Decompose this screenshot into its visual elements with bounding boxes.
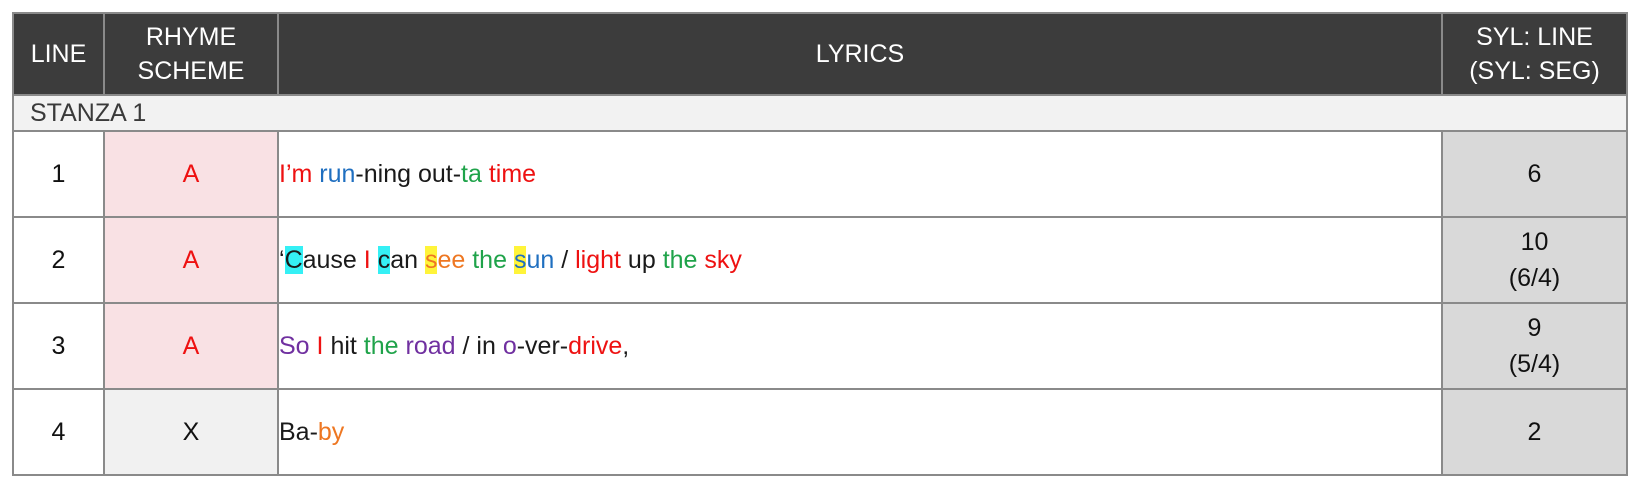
lyric-line: ‘Cause I can see the sun / light up the … [277, 216, 1443, 304]
header-row: LINE RHYME SCHEME LYRICS SYL: LINE (SYL:… [12, 12, 1628, 96]
line-number: 2 [12, 216, 105, 304]
lyrics-analysis-sheet: LINE RHYME SCHEME LYRICS SYL: LINE (SYL:… [12, 12, 1628, 476]
lyric-segment: time [488, 159, 537, 188]
lyric-segment: ee [437, 245, 466, 274]
lyric-segment: -ver- [516, 331, 569, 360]
table-row: 4 X Ba-by 2 [12, 388, 1628, 476]
lyric-segment [482, 160, 489, 188]
lyric-line: I’m run-ning out-ta time [277, 130, 1443, 218]
header-rhyme-scheme-label: RHYME SCHEME [137, 23, 245, 85]
lyric-segment: I [363, 245, 371, 274]
lyric-segment: So [279, 331, 310, 360]
lyric-segment: ‘ [279, 245, 285, 274]
lyric-segment: I [316, 331, 324, 360]
stanza-label: STANZA 1 [12, 94, 1628, 132]
lyric-segment: o [502, 331, 517, 360]
lyric-segment: an [390, 245, 425, 274]
highlighted-lyric-segment: C [284, 245, 303, 274]
lyric-segment: -ning out- [355, 159, 462, 188]
header-line: LINE [12, 12, 105, 96]
syllable-count: 10 (6/4) [1508, 228, 1561, 292]
lyric-segment: drive [568, 331, 623, 360]
lyric-line: So I hit the road / in o-ver-drive, [277, 302, 1443, 390]
lyric-segment: I’m [279, 159, 313, 188]
stanza-row: STANZA 1 [12, 94, 1628, 132]
header-rhyme-scheme: RHYME SCHEME [103, 12, 279, 96]
lyric-line: Ba-by [277, 388, 1443, 476]
lyric-segment: the [363, 331, 399, 360]
lyric-segment: , [622, 331, 630, 360]
lyric-segment: sky [704, 245, 742, 274]
rhyme-cell: A [103, 302, 279, 390]
lyric-segment: up [620, 245, 663, 274]
lyric-segment: by [317, 417, 345, 446]
highlighted-lyric-segment: c [377, 245, 391, 274]
highlighted-lyric-segment: s [513, 245, 527, 274]
highlighted-lyric-segment: s [424, 245, 438, 274]
syllable-cell: 10 (6/4) [1441, 216, 1628, 304]
lyric-segment: ause [302, 245, 364, 274]
lyric-segment: Ba- [279, 417, 318, 446]
syllable-count: 9 (5/4) [1508, 314, 1561, 378]
header-lyrics-label: LYRICS [815, 40, 905, 68]
lyric-segment: hit [323, 331, 364, 360]
syllable-cell: 9 (5/4) [1441, 302, 1628, 390]
syllable-cell: 2 [1441, 388, 1628, 476]
line-number: 4 [12, 388, 105, 476]
lyrics-table: LINE RHYME SCHEME LYRICS SYL: LINE (SYL:… [12, 12, 1628, 476]
lyric-segment: / in [455, 331, 503, 360]
rhyme-cell: X [103, 388, 279, 476]
rhyme-cell: A [103, 216, 279, 304]
table-row: 1 A I’m run-ning out-ta time 6 [12, 130, 1628, 218]
table-row: 2 A ‘Cause I can see the sun / light up … [12, 216, 1628, 304]
lyric-segment [371, 246, 378, 274]
lyric-segment: light [575, 245, 621, 274]
header-line-label: LINE [30, 40, 87, 68]
header-syllables-label: SYL: LINE (SYL: SEG) [1469, 23, 1600, 85]
syllable-count: 6 [1527, 160, 1542, 188]
lyric-segment: / [554, 245, 576, 274]
lyric-segment: the [472, 245, 507, 274]
line-number: 1 [12, 130, 105, 218]
syllable-count: 2 [1527, 418, 1542, 446]
lyric-segment: ta [461, 159, 482, 188]
header-syllables: SYL: LINE (SYL: SEG) [1441, 12, 1628, 96]
lyric-segment: the [662, 245, 698, 274]
line-number: 3 [12, 302, 105, 390]
lyric-segment [507, 246, 514, 274]
lyric-segment: un [526, 245, 555, 274]
lyric-segment: run [319, 159, 356, 188]
lyric-segment: road [405, 331, 456, 360]
syllable-cell: 6 [1441, 130, 1628, 218]
header-lyrics: LYRICS [277, 12, 1443, 96]
rhyme-cell: A [103, 130, 279, 218]
lyric-segment [310, 332, 317, 360]
table-row: 3 A So I hit the road / in o-ver-drive, … [12, 302, 1628, 390]
lyric-segment [399, 332, 406, 360]
